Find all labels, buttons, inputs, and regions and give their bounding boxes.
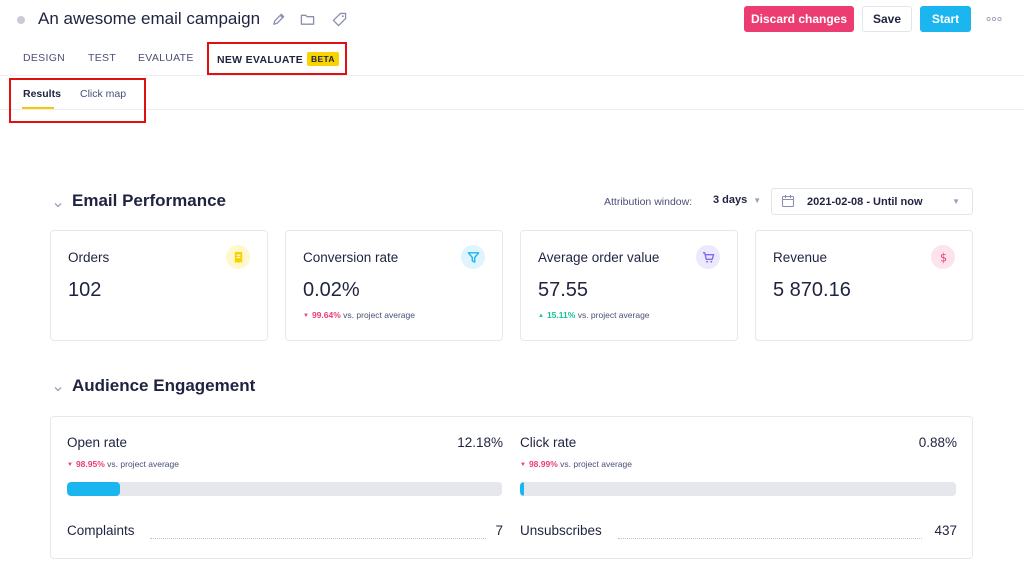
click-rate-progress-fill: [520, 482, 524, 496]
date-range-picker[interactable]: 2021-02-08 - Until now ▼: [771, 188, 973, 215]
click-rate-progress-bar: [520, 482, 956, 496]
complaints-value: 7: [495, 523, 503, 538]
delta-percent: 15.11%: [546, 310, 576, 320]
kpi-delta: ▲ 15.11% vs. project average: [538, 310, 650, 320]
highlight-box-new-evaluate: [207, 42, 347, 75]
open-rate-delta: ▼ 98.95% vs. project average: [67, 459, 179, 469]
main-tabs: DESIGN TEST EVALUATE NEW EVALUATE BETA: [0, 40, 1024, 76]
kpi-label: Conversion rate: [303, 250, 399, 265]
open-rate-progress-fill: [67, 482, 120, 496]
collapse-chevron-icon[interactable]: [53, 197, 63, 208]
top-bar: An awesome email campaign Discard change…: [0, 0, 1024, 40]
delta-text: vs. project average: [107, 459, 179, 469]
audience-engagement-card: Open rate 12.18% ▼ 98.95% vs. project ave…: [50, 416, 973, 559]
kpi-delta: ▼ 99.64% vs. project average: [303, 310, 415, 320]
date-range-value: 2021-02-08 - Until now: [807, 196, 923, 208]
kpi-label: Average order value: [538, 250, 660, 265]
delta-percent: 99.64%: [311, 310, 341, 320]
click-rate-delta: ▼ 98.99% vs. project average: [520, 459, 632, 469]
email-performance-title: Email Performance: [72, 191, 227, 210]
collapse-chevron-icon[interactable]: [53, 381, 63, 392]
attribution-window-select[interactable]: 3 days ▼: [713, 194, 761, 206]
unsubscribes-label: Unsubscribes: [520, 523, 602, 538]
status-dot: [17, 16, 25, 24]
kpi-label: Orders: [68, 250, 110, 265]
triangle-down-icon: ▼: [520, 462, 526, 468]
caret-down-icon: ▼: [952, 197, 960, 206]
kpi-card-average-order-value: Average order value 57.55 ▲ 15.11% vs. pr…: [520, 230, 738, 341]
cart-icon: [696, 245, 720, 269]
complaints-label: Complaints: [67, 523, 135, 538]
kpi-card-revenue: Revenue 5 870.16 $: [755, 230, 973, 341]
triangle-down-icon: ▼: [303, 313, 309, 319]
kpi-value: 102: [68, 279, 102, 301]
audience-engagement-title: Audience Engagement: [72, 376, 256, 395]
triangle-down-icon: ▼: [67, 462, 73, 468]
start-button[interactable]: Start: [920, 6, 971, 32]
delta-text: vs. project average: [577, 310, 650, 320]
kpi-value: 5 870.16: [773, 279, 851, 301]
dotted-leader: [618, 538, 922, 539]
kpi-card-conversion-rate: Conversion rate 0.02% ▼ 99.64% vs. projec…: [285, 230, 503, 341]
svg-text:$: $: [939, 251, 946, 263]
click-rate-value: 0.88%: [918, 435, 957, 450]
folder-icon[interactable]: [298, 10, 316, 28]
kpi-value: 0.02%: [303, 279, 360, 301]
attribution-window-value: 3 days: [713, 194, 748, 206]
dotted-leader: [150, 538, 486, 539]
delta-text: vs. project average: [343, 310, 415, 320]
tab-test[interactable]: TEST: [88, 52, 116, 64]
kpi-label: Revenue: [773, 250, 828, 265]
caret-down-icon: ▼: [753, 196, 762, 205]
receipt-icon: [226, 245, 250, 269]
triangle-up-icon: ▲: [538, 313, 544, 319]
open-rate-progress-bar: [67, 482, 502, 496]
dollar-icon: $: [931, 245, 955, 269]
delta-percent: 98.99%: [528, 459, 558, 469]
campaign-title[interactable]: An awesome email campaign: [38, 9, 260, 29]
discard-changes-button[interactable]: Discard changes: [744, 6, 854, 32]
unsubscribes-value: 437: [934, 523, 957, 538]
click-rate-label: Click rate: [520, 435, 577, 450]
delta-percent: 98.95%: [75, 459, 105, 469]
delta-text: vs. project average: [560, 459, 632, 469]
tab-design[interactable]: DESIGN: [23, 52, 65, 64]
kpi-value: 57.55: [538, 279, 589, 301]
sub-tabs: Results Click map: [0, 76, 1024, 110]
calendar-icon: [781, 194, 795, 208]
kpi-card-orders: Orders 102: [50, 230, 268, 341]
edit-icon[interactable]: [269, 10, 287, 28]
attribution-window-label: Attribution window:: [604, 196, 693, 208]
tag-icon[interactable]: [330, 10, 348, 28]
save-button[interactable]: Save: [862, 6, 912, 32]
highlight-box-subtabs: [9, 78, 146, 123]
open-rate-value: 12.18%: [457, 435, 503, 450]
open-rate-label: Open rate: [67, 435, 128, 450]
funnel-icon: [461, 245, 485, 269]
tab-evaluate[interactable]: EVALUATE: [138, 52, 194, 64]
more-horizontal-icon[interactable]: [984, 12, 1004, 26]
